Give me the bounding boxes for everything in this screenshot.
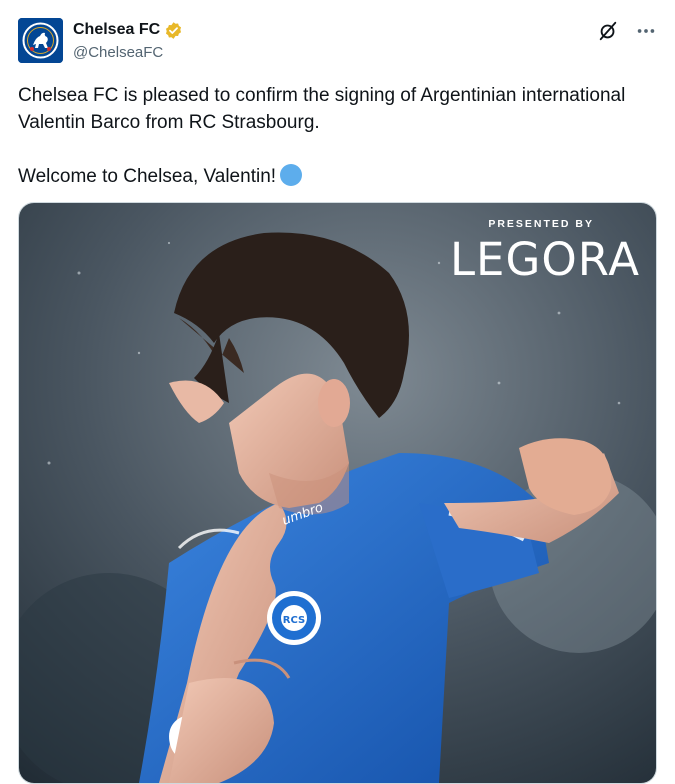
tweet-text-line: Chelsea FC is pleased to confirm the sig… xyxy=(18,85,626,133)
verified-badge-icon[interactable] xyxy=(164,21,183,40)
club-badge-text: RCS xyxy=(283,615,305,626)
welcome-text: Welcome to Chelsea, Valentin! xyxy=(18,166,277,187)
tweet-media-photo[interactable]: RCS umbro es PRESENTED BY LEGORA xyxy=(18,202,657,784)
avatar[interactable] xyxy=(18,18,63,63)
more-horizontal-icon[interactable] xyxy=(635,20,657,42)
account-handle[interactable]: @ChelseaFC xyxy=(73,44,183,61)
display-name[interactable]: Chelsea FC xyxy=(73,21,160,39)
chelsea-crest-icon xyxy=(18,18,63,63)
tweet-card: Chelsea FC @ChelseaFC Chelsea FC is plea… xyxy=(0,0,675,784)
sponsor-logo: LEGORA xyxy=(449,233,640,286)
account-header: Chelsea FC @ChelseaFC xyxy=(73,19,183,61)
tweet-text-welcome: Welcome to Chelsea, Valentin! xyxy=(18,163,658,190)
grok-icon[interactable] xyxy=(597,20,619,42)
blue-circle-emoji-icon xyxy=(280,164,303,186)
player-photo: RCS umbro es xyxy=(19,203,656,783)
presented-by-label: PRESENTED BY xyxy=(488,218,594,230)
tweet-text: Chelsea FC is pleased to confirm the sig… xyxy=(18,82,658,190)
top-actions xyxy=(597,20,657,42)
